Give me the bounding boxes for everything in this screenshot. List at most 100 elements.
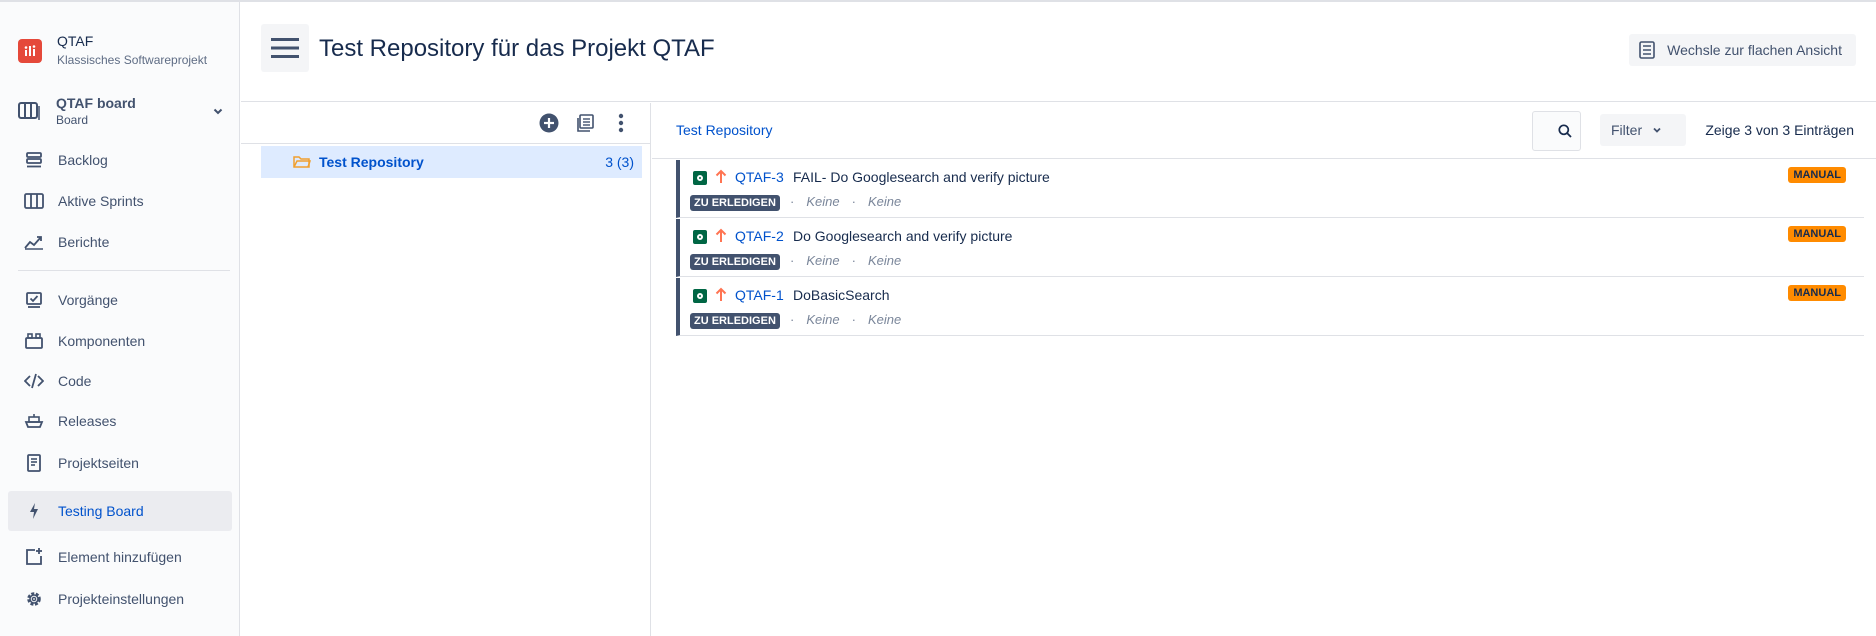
project-avatar-icon — [18, 39, 42, 63]
filter-label: Filter — [1611, 122, 1643, 138]
folder-label: Test Repository — [319, 154, 424, 170]
issue-row[interactable]: QTAF-3 FAIL- Do Googlesearch and verify … — [676, 160, 1864, 218]
page-title: Test Repository für das Projekt QTAF — [319, 35, 715, 62]
issue-key[interactable]: QTAF-3 — [735, 169, 784, 185]
issues-icon — [8, 291, 54, 309]
issue-summary[interactable]: Do Googlesearch and verify picture — [793, 228, 1012, 244]
sprints-icon — [8, 192, 54, 210]
sidebar-item-komponenten[interactable]: Komponenten — [8, 321, 232, 361]
lightning-icon — [8, 502, 54, 520]
app-root: QTAF Klassisches Softwareprojekt QTAF bo… — [0, 0, 1876, 636]
status-badge: ZU ERLEDIGEN — [690, 195, 780, 211]
sidebar-item-label: Backlog — [58, 152, 108, 168]
sidebar-item-label: Projektseiten — [58, 455, 139, 471]
manual-badge: MANUAL — [1788, 285, 1846, 301]
tree-folder-test-repository[interactable]: Test Repository 3 (3) — [261, 146, 642, 178]
issue-row[interactable]: QTAF-1 DoBasicSearch ZU ERLEDIGEN · Keine… — [676, 278, 1864, 336]
sidebar: QTAF Klassisches Softwareprojekt QTAF bo… — [0, 2, 240, 636]
issue-meta: · Keine · Keine — [790, 312, 902, 327]
releases-icon — [8, 412, 54, 430]
priority-high-icon — [715, 228, 727, 244]
hamburger-menu-button[interactable] — [261, 24, 309, 72]
issue-meta-1: Keine — [806, 253, 840, 268]
search-icon — [1558, 124, 1572, 138]
sidebar-item-projektseiten[interactable]: Projektseiten — [8, 443, 232, 483]
sidebar-item-releases[interactable]: Releases — [8, 401, 232, 441]
issue-meta-2: Keine — [867, 312, 902, 327]
issue-summary[interactable]: FAIL- Do Googlesearch and verify picture — [793, 169, 1050, 185]
issue-meta-2: Keine — [867, 253, 902, 268]
status-badge: ZU ERLEDIGEN — [690, 313, 780, 329]
board-name: QTAF board — [56, 95, 136, 111]
issue-meta: · Keine · Keine — [790, 194, 902, 209]
pages-icon — [8, 454, 54, 472]
issue-meta-2: Keine — [867, 194, 902, 209]
breadcrumb[interactable]: Test Repository — [676, 122, 772, 138]
code-icon — [8, 372, 54, 390]
project-name: QTAF — [57, 33, 94, 49]
issue-meta-1: Keine — [806, 194, 840, 209]
sidebar-item-label: Code — [58, 373, 92, 389]
test-type-icon — [693, 289, 707, 303]
sidebar-item-label: Komponenten — [58, 333, 146, 349]
sidebar-item-backlog[interactable]: Backlog — [8, 140, 232, 180]
issue-summary[interactable]: DoBasicSearch — [793, 287, 890, 303]
board-selector[interactable]: QTAF board Board — [10, 88, 230, 134]
sidebar-item-label: Aktive Sprints — [58, 193, 144, 209]
sidebar-item-projekteinstellungen[interactable]: Projekteinstellungen — [8, 579, 232, 619]
sidebar-item-testing-board[interactable]: Testing Board — [8, 491, 232, 531]
sidebar-item-label: Vorgänge — [58, 292, 118, 308]
sidebar-item-label: Projekteinstellungen — [58, 591, 185, 607]
tree-toolbar — [241, 103, 651, 144]
list-toolbar: Test Repository Filter Zeige 3 von 3 Ein… — [652, 103, 1876, 159]
priority-high-icon — [715, 287, 727, 303]
search-input[interactable] — [1532, 111, 1581, 151]
chevron-down-icon — [1652, 125, 1662, 135]
folder-icon — [293, 155, 311, 169]
page-header: Test Repository für das Projekt QTAF Wec… — [241, 2, 1876, 102]
test-type-icon — [693, 171, 707, 185]
flat-view-button[interactable]: Wechsle zur flachen Ansicht — [1629, 34, 1856, 66]
clone-icon[interactable] — [574, 112, 596, 134]
issue-key[interactable]: QTAF-2 — [735, 228, 784, 244]
entries-count: Zeige 3 von 3 Einträgen — [1705, 122, 1854, 138]
issue-meta-1: Keine — [806, 312, 840, 327]
status-badge: ZU ERLEDIGEN — [690, 254, 780, 270]
folder-count: 3 (3) — [605, 154, 634, 170]
components-icon — [8, 332, 54, 350]
backlog-icon — [8, 151, 54, 169]
board-icon — [10, 101, 48, 121]
sidebar-item-label: Releases — [58, 413, 117, 429]
sidebar-item-code[interactable]: Code — [8, 361, 232, 401]
manual-badge: MANUAL — [1788, 226, 1846, 242]
issue-key[interactable]: QTAF-1 — [735, 287, 784, 303]
hamburger-icon — [271, 38, 299, 58]
test-list-panel: Test Repository Filter Zeige 3 von 3 Ein… — [652, 103, 1876, 636]
sidebar-item-label: Element hinzufügen — [58, 549, 182, 565]
test-type-icon — [693, 230, 707, 244]
project-header[interactable]: QTAF Klassisches Softwareprojekt — [18, 32, 207, 68]
sidebar-item-label: Berichte — [58, 234, 110, 250]
more-options-icon[interactable] — [610, 112, 632, 134]
project-type: Klassisches Softwareprojekt — [57, 53, 208, 67]
manual-badge: MANUAL — [1788, 167, 1846, 183]
issue-meta: · Keine · Keine — [790, 253, 902, 268]
priority-high-icon — [715, 169, 727, 185]
sidebar-item-vorgaenge[interactable]: Vorgänge — [8, 280, 232, 320]
reports-icon — [8, 234, 54, 250]
sidebar-item-aktive-sprints[interactable]: Aktive Sprints — [8, 181, 232, 221]
sidebar-item-berichte[interactable]: Berichte — [8, 222, 232, 262]
add-folder-icon[interactable] — [538, 112, 560, 134]
flat-view-label: Wechsle zur flachen Ansicht — [1667, 42, 1842, 58]
list-view-icon — [1639, 41, 1655, 59]
chevron-down-icon[interactable] — [206, 105, 230, 117]
add-item-icon — [8, 548, 54, 566]
filter-button[interactable]: Filter — [1600, 114, 1686, 146]
board-sub: Board — [56, 113, 89, 127]
issue-row[interactable]: QTAF-2 Do Googlesearch and verify pictur… — [676, 219, 1864, 277]
sidebar-item-label: Testing Board — [58, 503, 144, 519]
sidebar-item-element-hinzufuegen[interactable]: Element hinzufügen — [8, 537, 232, 577]
gear-icon — [8, 590, 54, 608]
folder-tree-panel: Test Repository 3 (3) — [241, 103, 651, 636]
sidebar-divider — [18, 270, 230, 271]
